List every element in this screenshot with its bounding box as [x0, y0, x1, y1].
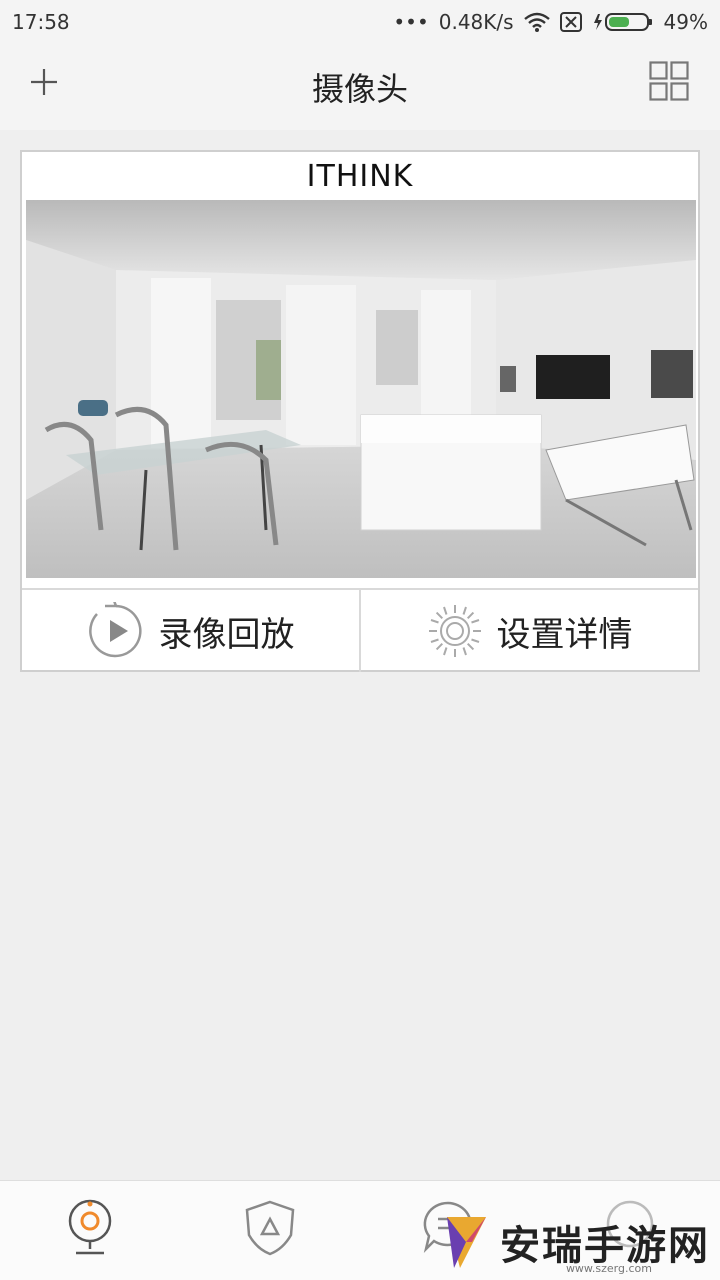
nav-tab-camera[interactable]	[60, 1199, 120, 1263]
playback-label: 录像回放	[158, 614, 295, 655]
grid-view-button[interactable]	[648, 60, 690, 102]
camera-actions: 录像回放 设置详情	[22, 588, 698, 672]
watermark-logo-icon	[447, 1217, 486, 1268]
playback-icon	[88, 602, 142, 658]
watermark: 安瑞手游网 www.szerg.com	[442, 1210, 710, 1275]
settings-label: 设置详情	[496, 614, 633, 655]
playback-button[interactable]: 录像回放	[22, 590, 359, 672]
status-icons: ••• 0.48K/s 49%	[393, 12, 708, 32]
shield-alert-icon	[245, 1200, 295, 1256]
page-title: 摄像头	[311, 70, 408, 108]
settings-button[interactable]: 设置详情	[359, 590, 698, 672]
camera-card: ITHINK 录像回放 设置详情	[20, 150, 700, 672]
living-room-image	[26, 200, 696, 578]
app-header: 摄像头	[0, 44, 720, 130]
no-sim-icon	[559, 12, 582, 32]
grid-icon	[649, 61, 689, 101]
wifi-icon	[523, 12, 550, 32]
nav-tab-alerts[interactable]	[240, 1199, 300, 1263]
status-time: 17:58	[12, 10, 70, 34]
net-speed: 0.48K/s	[438, 10, 514, 34]
camera-preview[interactable]	[26, 200, 696, 578]
plus-icon	[31, 69, 57, 95]
status-bar: 17:58 ••• 0.48K/s 49%	[0, 0, 720, 44]
camera-icon	[68, 1199, 112, 1255]
battery-icon	[592, 12, 654, 32]
watermark-url: www.szerg.com	[565, 1262, 652, 1275]
battery-percent: 49%	[663, 10, 708, 34]
more-dots-icon: •••	[393, 10, 429, 34]
camera-name: ITHINK	[306, 158, 414, 194]
add-camera-button[interactable]	[26, 64, 62, 100]
gear-icon	[428, 605, 481, 657]
